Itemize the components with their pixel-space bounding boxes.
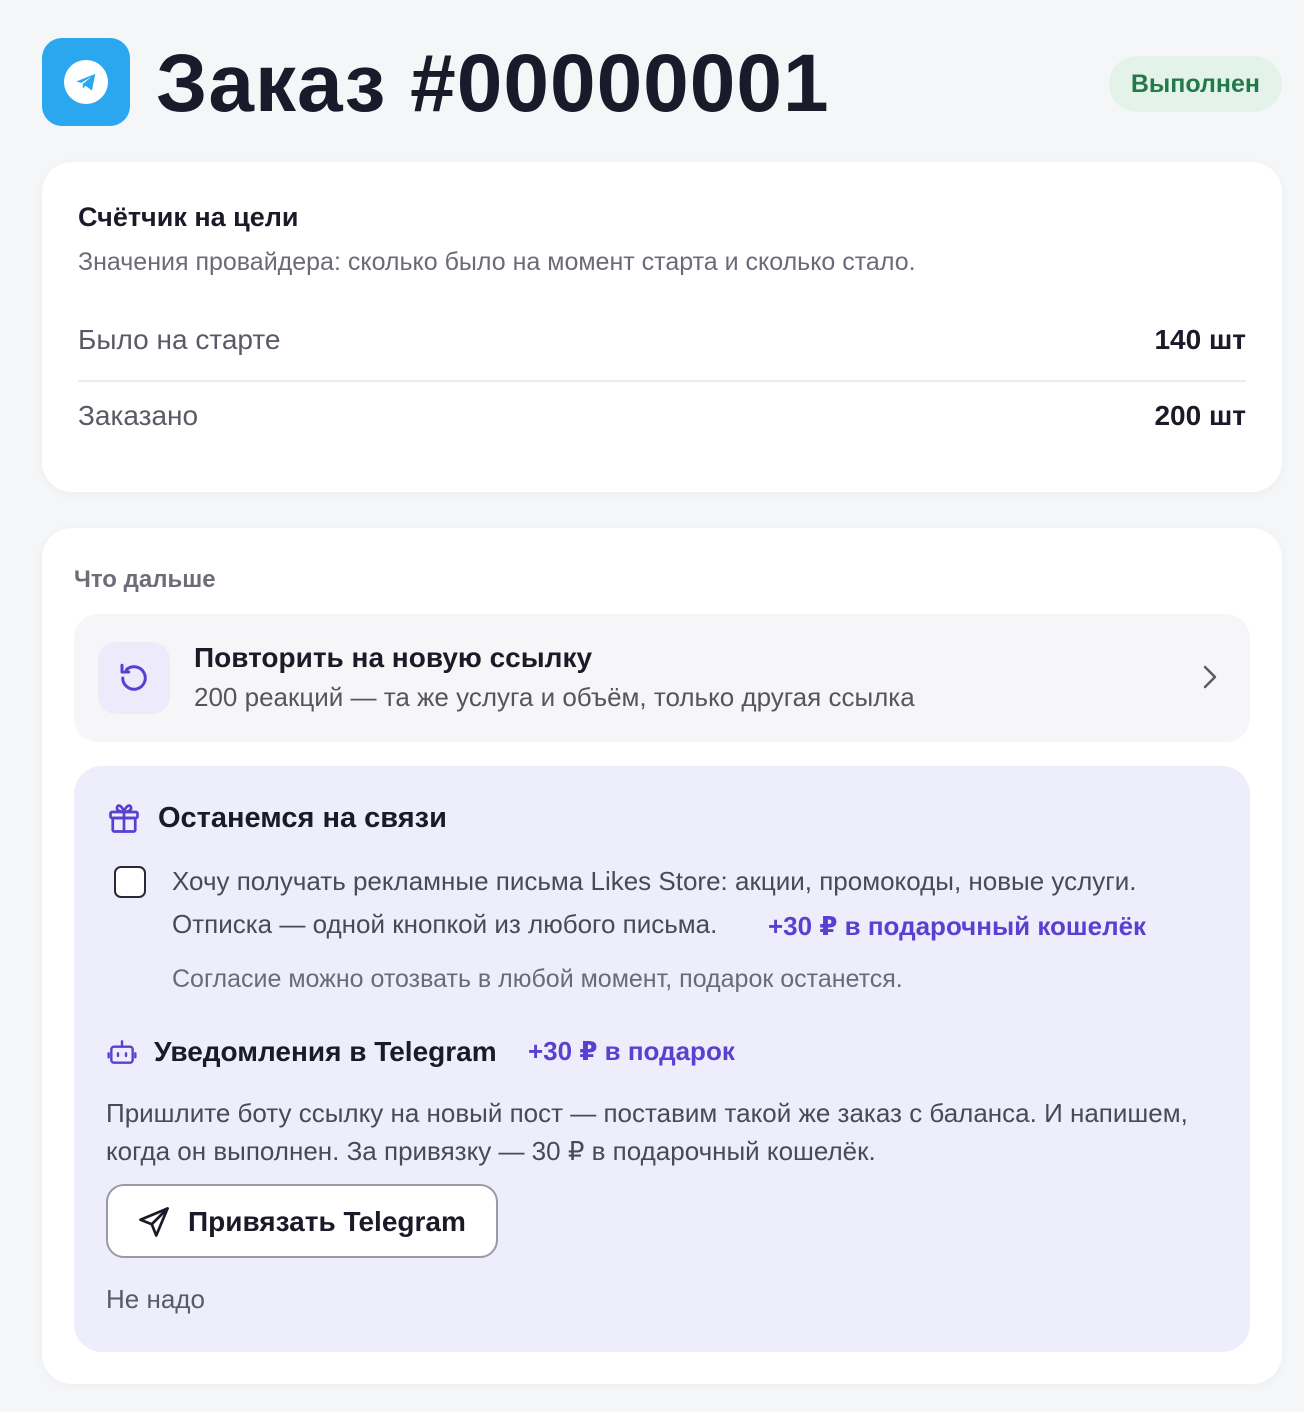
counter-row-start: Было на старте 140 шт [78,306,1246,382]
email-consent-checkbox[interactable] [114,866,146,898]
email-bonus-label: +30 ₽ в подарочный кошелёк [768,911,1147,941]
counter-row-ordered: Заказано 200 шт [78,382,1246,458]
telegram-notify-description: Пришлите боту ссылку на новый пост — пос… [106,1098,1188,1166]
repeat-order-item[interactable]: Повторить на новую ссылку 200 реакций — … [74,614,1250,742]
row-value: 200 шт [1154,400,1246,431]
stay-in-touch-panel: Останемся на связи Хочу получать рекламн… [74,766,1250,1352]
counter-card: Счётчик на цели Значения провайдера: ско… [42,162,1282,492]
chevron-right-icon [1200,662,1220,697]
header: Заказ #00000001 Выполнен [42,38,1282,128]
row-label: Заказано [78,400,199,431]
consent-unsubscribe-text: Отписка — одной кнопкой из любого письма… [172,909,718,939]
page-title: Заказ #00000001 [156,38,830,129]
gift-icon [106,800,142,841]
dismiss-link[interactable]: Не надо [106,1284,205,1315]
send-icon [136,1204,172,1245]
link-telegram-button[interactable]: Привязать Telegram [106,1184,498,1258]
next-card: Что дальше Повторить на новую ссылку 200… [42,528,1282,1384]
refresh-icon [98,642,170,714]
telegram-notify-title: Уведомления в Telegram [154,1036,497,1067]
repeat-description: 200 реакций — та же услуга и объём, толь… [194,682,915,712]
order-page: Заказ #00000001 Выполнен Счётчик на цели… [0,0,1304,1412]
next-title: Что дальше [74,566,216,593]
counter-title: Счётчик на цели [78,202,299,232]
link-telegram-label: Привязать Telegram [188,1206,466,1237]
row-label: Было на старте [78,324,281,355]
counter-subtitle: Значения провайдера: сколько было на мом… [78,248,916,276]
consent-text: Хочу получать рекламные письма Likes Sto… [172,866,1137,896]
status-badge: Выполнен [1108,56,1282,112]
repeat-title: Повторить на новую ссылку [194,642,593,673]
consent-note: Согласие можно отозвать в любой момент, … [172,965,903,993]
telegram-bonus-label: +30 ₽ в подарок [528,1036,735,1066]
row-value: 140 шт [1154,324,1246,355]
telegram-icon [42,38,130,126]
stay-title: Останемся на связи [158,802,447,834]
bot-icon [106,1036,138,1073]
